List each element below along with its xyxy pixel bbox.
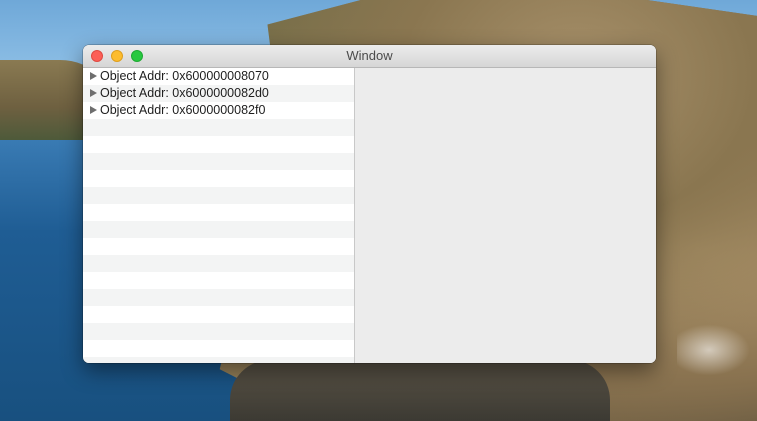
wallpaper-rocks: [230, 360, 610, 421]
detail-pane: [355, 68, 656, 363]
split-view: Object Addr: 0x600000008070 Object Addr:…: [83, 68, 656, 363]
outline-row[interactable]: Object Addr: 0x6000000082d0: [83, 85, 354, 102]
outline-row-label: Object Addr: 0x600000008070: [100, 69, 269, 83]
app-window: Window Object Addr: 0x600000008070 Objec…: [83, 45, 656, 363]
disclosure-triangle-icon[interactable]: [90, 105, 97, 114]
wallpaper-surf: [677, 320, 757, 380]
outline-row[interactable]: Object Addr: 0x600000008070: [83, 68, 354, 85]
disclosure-triangle-icon[interactable]: [90, 88, 97, 97]
outline-view[interactable]: Object Addr: 0x600000008070 Object Addr:…: [83, 68, 354, 363]
outline-row-label: Object Addr: 0x6000000082f0: [100, 103, 266, 117]
disclosure-triangle-icon[interactable]: [90, 71, 97, 80]
title-bar[interactable]: Window: [83, 45, 656, 68]
outline-row[interactable]: Object Addr: 0x6000000082f0: [83, 102, 354, 119]
outline-row-label: Object Addr: 0x6000000082d0: [100, 86, 269, 100]
window-title: Window: [346, 48, 393, 63]
